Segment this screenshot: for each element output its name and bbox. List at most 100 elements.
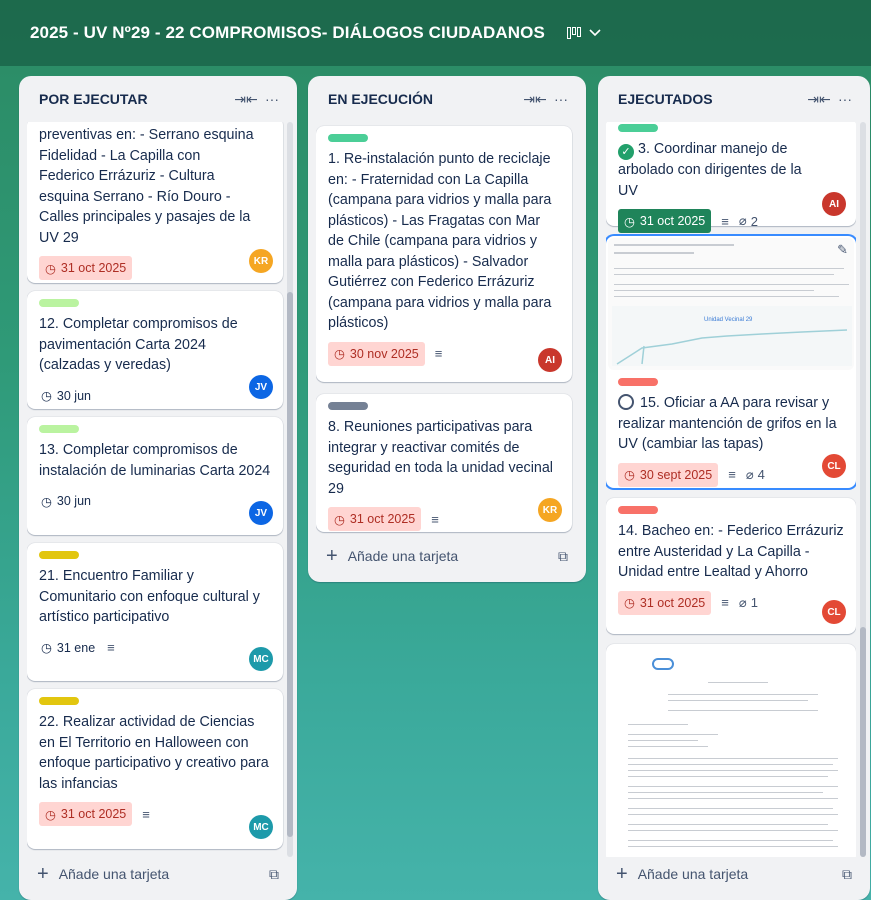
label-green[interactable] — [328, 134, 368, 142]
card[interactable]: preventivas en: - Serrano esquina Fideli… — [27, 122, 283, 283]
doc-line — [628, 792, 823, 793]
avatar[interactable]: MC — [249, 647, 273, 671]
label-red[interactable] — [618, 378, 658, 386]
doc-line — [614, 244, 734, 246]
doc-line — [628, 824, 828, 825]
label-gray[interactable] — [328, 402, 368, 410]
due-date-badge[interactable]: ◷ 30 nov 2025 — [328, 341, 425, 366]
attachment-count: ⌀ 1 — [739, 595, 758, 611]
card-badges: ◷ 30 jun — [39, 384, 271, 408]
due-date-badge[interactable]: ◷ 31 oct 2025 — [618, 209, 712, 233]
due-date-badge[interactable]: ◷ 31 ene — [39, 636, 97, 660]
card-body: 15. Oficiar a AA para revisar y realizar… — [606, 372, 856, 493]
description-icon: ≡ — [431, 511, 439, 527]
paperclip-icon: ⌀ — [738, 213, 747, 228]
card[interactable] — [606, 644, 856, 857]
avatar[interactable]: JV — [249, 501, 273, 525]
list-title[interactable]: EJECUTADOS — [618, 91, 806, 107]
board-title[interactable]: 2025 - UV Nº29 - 22 COMPROMISOS- DIÁLOGO… — [30, 23, 545, 43]
card[interactable]: 8. Reuniones participativas para integra… — [316, 394, 572, 532]
due-date: 30 sept 2025 — [639, 467, 713, 482]
due-date-badge[interactable]: ◷ 31 oct 2025 — [328, 507, 422, 531]
avatar[interactable]: KR — [249, 249, 273, 273]
more-options-icon[interactable]: ··· — [548, 91, 574, 107]
card-badges: ◷ 30 nov 2025 ≡ — [328, 341, 560, 366]
card[interactable]: 22. Realizar actividad de Ciencias en El… — [27, 689, 283, 849]
card[interactable]: 14. Bacheo en: - Federico Errázuriz entr… — [606, 498, 856, 634]
description-icon: ≡ — [107, 640, 115, 655]
attachment-count: ⌀ 4 — [746, 467, 765, 483]
due-date-badge[interactable]: ◷ 31 oct 2025 — [39, 802, 133, 826]
list-title[interactable]: POR EJECUTAR — [39, 91, 233, 107]
clock-icon: ◷ — [624, 214, 635, 229]
card[interactable]: 13. Completar compromisos de instalación… — [27, 417, 283, 535]
avatar[interactable]: JV — [249, 375, 273, 399]
label-green[interactable] — [618, 124, 658, 132]
label-lime[interactable] — [39, 299, 79, 307]
due-date: 31 oct 2025 — [639, 214, 706, 228]
template-icon[interactable]: ⧉ — [558, 548, 568, 565]
due-date-badge[interactable]: ◷ 30 jun — [39, 384, 93, 408]
avatar[interactable]: CL — [822, 454, 846, 478]
list-header: POR EJECUTAR ⇥⇤ ··· — [19, 76, 297, 122]
card-list: preventivas en: - Serrano esquina Fideli… — [27, 122, 289, 857]
attachment-number: 2 — [750, 213, 758, 229]
collapse-list-icon[interactable]: ⇥⇤ — [522, 91, 548, 108]
due-date-badge[interactable]: ◷ 31 oct 2025 — [39, 256, 133, 280]
list-scrollbar[interactable] — [287, 122, 293, 857]
description-icon: ≡ — [434, 346, 443, 361]
template-icon[interactable]: ⧉ — [269, 866, 279, 883]
label-yellow[interactable] — [39, 697, 79, 705]
doc-line — [628, 808, 833, 809]
card-badges: ◷ 30 jun — [39, 489, 271, 513]
view-switcher[interactable] — [566, 27, 601, 39]
due-date-badge[interactable]: ◷ 30 jun — [39, 489, 93, 513]
list-scrollbar[interactable] — [860, 122, 866, 857]
incomplete-circle-icon[interactable] — [618, 394, 634, 410]
list-ejecutados: EJECUTADOS ⇥⇤ ··· ✓ 3. Coordinar manejo d… — [598, 76, 870, 900]
avatar[interactable]: AI — [538, 348, 562, 372]
avatar[interactable]: KR — [538, 498, 562, 522]
card[interactable]: 21. Encuentro Familiar y Comunitario con… — [27, 543, 283, 681]
collapse-list-icon[interactable]: ⇥⇤ — [233, 91, 259, 108]
list-por-ejecutar: POR EJECUTAR ⇥⇤ ··· preventivas en: - Se… — [19, 76, 297, 900]
edit-icon[interactable]: ✎ — [837, 242, 848, 258]
doc-line — [628, 740, 698, 741]
label-yellow[interactable] — [39, 551, 79, 559]
add-card-button[interactable]: + Añade una tarjeta ⧉ — [27, 856, 289, 892]
clock-icon: ◷ — [41, 389, 52, 403]
clock-icon: ◷ — [624, 596, 635, 610]
more-options-icon[interactable]: ··· — [832, 91, 858, 107]
card[interactable]: ✓ 3. Coordinar manejo de arbolado con dir… — [606, 122, 856, 233]
description-icon: ≡ — [721, 595, 729, 610]
complete-check-icon[interactable]: ✓ — [618, 144, 634, 160]
card[interactable]: Unidad Vecinal 29 ✎ 15. Oficiar a AA par… — [606, 236, 856, 488]
description-icon: ≡ — [721, 213, 729, 229]
avatar[interactable]: AI — [822, 192, 846, 216]
attachment-number: 1 — [750, 595, 758, 610]
avatar[interactable]: CL — [822, 600, 846, 624]
add-card-button[interactable]: + Añade una tarjeta ⧉ — [606, 856, 862, 892]
card[interactable]: 12. Completar compromisos de pavimentaci… — [27, 291, 283, 409]
card-cover-image: Unidad Vecinal 29 ✎ — [608, 238, 854, 370]
collapse-list-icon[interactable]: ⇥⇤ — [806, 91, 832, 108]
scrollbar-thumb[interactable] — [860, 627, 866, 857]
doc-line — [628, 786, 838, 787]
card[interactable]: 1. Re-instalación punto de reciclaje en:… — [316, 126, 572, 382]
add-card-button[interactable]: + Añade una tarjeta ⧉ — [316, 538, 578, 574]
card-list: ✓ 3. Coordinar manejo de arbolado con dir… — [606, 122, 856, 857]
avatar[interactable]: MC — [249, 815, 273, 839]
clock-icon: ◷ — [334, 347, 345, 361]
due-date-badge[interactable]: ◷ 30 sept 2025 — [618, 462, 719, 487]
card-title: 21. Encuentro Familiar y Comunitario con… — [39, 568, 260, 625]
scrollbar-thumb[interactable] — [287, 292, 293, 837]
list-title[interactable]: EN EJECUCIÓN — [328, 91, 522, 107]
label-red[interactable] — [618, 506, 658, 514]
template-icon[interactable]: ⧉ — [842, 866, 852, 883]
clock-icon: ◷ — [624, 468, 635, 482]
card-title: 15. Oficiar a AA para revisar y realizar… — [618, 393, 844, 455]
more-options-icon[interactable]: ··· — [259, 91, 285, 107]
label-lime[interactable] — [39, 425, 79, 433]
due-date-badge[interactable]: ◷ 31 oct 2025 — [618, 590, 712, 615]
doc-line — [628, 846, 838, 847]
